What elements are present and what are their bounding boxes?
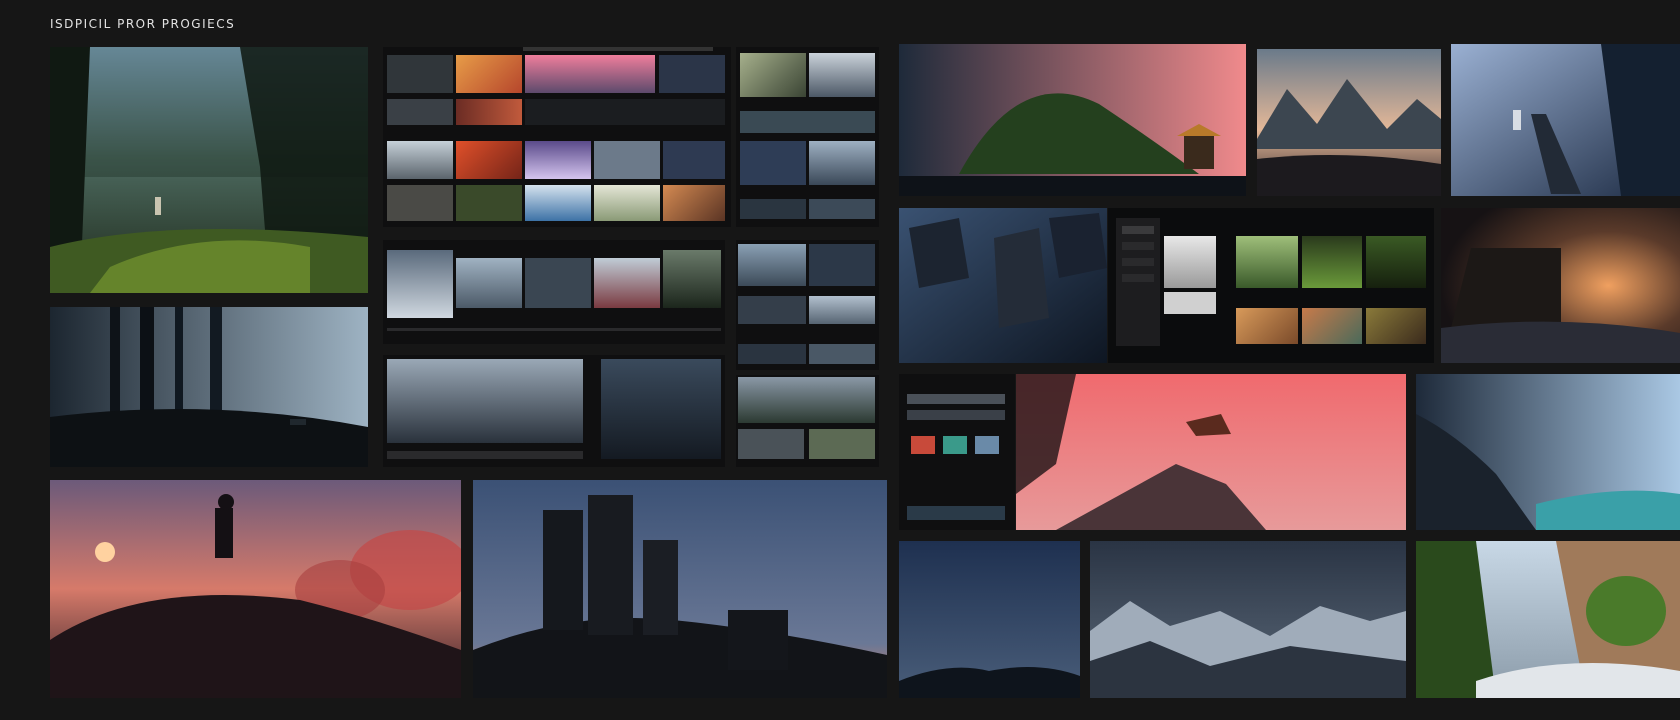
image-icon	[1090, 541, 1406, 698]
panel-browser-grid-top[interactable]	[383, 47, 731, 227]
image-icon	[1416, 541, 1680, 698]
thumbnail[interactable]	[594, 185, 660, 221]
thumbnail[interactable]	[1302, 236, 1362, 288]
thumbnail[interactable]	[456, 99, 522, 125]
list-item[interactable]	[907, 394, 1005, 404]
thumbnail[interactable]	[809, 296, 875, 324]
tile-blue-cave[interactable]	[1416, 374, 1680, 530]
thumbnail[interactable]	[1302, 308, 1362, 344]
image-icon	[899, 208, 1107, 363]
thumbnail[interactable]	[1164, 236, 1216, 288]
thumbnail[interactable]	[1164, 292, 1216, 314]
thumbnail[interactable]	[740, 111, 875, 133]
thumbnail[interactable]	[525, 141, 591, 179]
thumbnail[interactable]	[663, 250, 721, 308]
image-icon	[50, 307, 368, 467]
sidebar-item[interactable]	[1122, 274, 1154, 282]
thumbnail[interactable]	[525, 185, 591, 221]
thumbnail[interactable]	[911, 436, 935, 454]
thumbnail[interactable]	[387, 359, 583, 443]
toolbar	[523, 47, 713, 51]
thumbnail[interactable]	[907, 506, 1005, 520]
thumbnail[interactable]	[1366, 308, 1426, 344]
thumbnail[interactable]	[1236, 308, 1298, 344]
thumbnail[interactable]	[1366, 236, 1426, 288]
thumbnail[interactable]	[387, 55, 453, 93]
thumbnail[interactable]	[1236, 236, 1298, 288]
image-icon	[1257, 49, 1441, 196]
tile-pink-peak[interactable]	[1016, 374, 1406, 530]
image-icon	[1441, 208, 1680, 363]
image-icon	[899, 541, 1080, 698]
thumbnail[interactable]	[740, 199, 806, 219]
tile-snow-stairs[interactable]	[1451, 44, 1680, 196]
image-icon	[50, 480, 461, 698]
tile-snow-range[interactable]	[1090, 541, 1406, 698]
panel-side-strip-bottom[interactable]	[736, 375, 879, 467]
scrollbar[interactable]	[387, 328, 721, 331]
thumbnail[interactable]	[663, 185, 725, 221]
thumbnail[interactable]	[975, 436, 999, 454]
panel-editor-window[interactable]	[1108, 208, 1434, 363]
thumbnail[interactable]	[663, 141, 725, 179]
thumbnail[interactable]	[738, 429, 804, 459]
thumbnail[interactable]	[809, 141, 875, 185]
image-icon	[1416, 374, 1680, 530]
thumbnail[interactable]	[594, 141, 660, 179]
sidebar-item[interactable]	[1122, 242, 1154, 250]
panel-media-list[interactable]	[899, 374, 1015, 530]
page-title: ISDPICIL PROR PROGIECS	[50, 17, 236, 31]
thumbnail[interactable]	[456, 141, 522, 179]
thumbnail[interactable]	[525, 258, 591, 308]
thumbnail[interactable]	[809, 53, 875, 97]
thumbnail[interactable]	[456, 55, 522, 93]
thumbnail[interactable]	[809, 199, 875, 219]
thumbnail[interactable]	[525, 55, 655, 93]
panel-browser-grid-mid[interactable]	[383, 240, 725, 344]
thumbnail[interactable]	[738, 296, 806, 324]
thumbnail[interactable]	[525, 99, 725, 125]
thumbnail[interactable]	[659, 55, 725, 93]
toolbar[interactable]	[387, 451, 583, 459]
sidebar-item[interactable]	[1122, 226, 1154, 234]
panel-browser-grid-bottom[interactable]	[383, 355, 725, 467]
tile-dark-forest[interactable]	[50, 307, 368, 467]
thumbnail[interactable]	[740, 141, 806, 185]
thumbnail[interactable]	[387, 250, 453, 318]
image-icon	[1451, 44, 1680, 196]
image-icon	[899, 44, 1246, 196]
image-icon	[50, 47, 368, 293]
tile-space-rocks[interactable]	[899, 208, 1107, 363]
thumbnail[interactable]	[456, 258, 522, 308]
thumbnail[interactable]	[387, 99, 453, 125]
thumbnail[interactable]	[601, 359, 721, 459]
thumbnail[interactable]	[809, 429, 875, 459]
thumbnail[interactable]	[740, 53, 806, 97]
image-icon	[1016, 374, 1406, 530]
list-item[interactable]	[907, 410, 1005, 420]
tile-night-hills[interactable]	[899, 541, 1080, 698]
thumbnail[interactable]	[809, 344, 875, 364]
tile-island-birds[interactable]	[899, 44, 1246, 196]
sidebar[interactable]	[1116, 218, 1160, 346]
tile-cabin-glow[interactable]	[1441, 208, 1680, 363]
thumbnail[interactable]	[943, 436, 967, 454]
tile-cliff-trees[interactable]	[1416, 541, 1680, 698]
image-icon	[473, 480, 887, 698]
thumbnail[interactable]	[738, 377, 875, 423]
thumbnail[interactable]	[387, 185, 453, 221]
thumbnail[interactable]	[387, 141, 453, 179]
tile-mountain-lake[interactable]	[1257, 49, 1441, 196]
panel-side-strip-mid[interactable]	[736, 240, 879, 370]
panel-side-strip-top[interactable]	[736, 47, 879, 227]
thumbnail[interactable]	[594, 258, 660, 308]
thumbnail[interactable]	[809, 244, 875, 286]
thumbnail[interactable]	[738, 244, 806, 286]
tile-silhouette-group[interactable]	[473, 480, 887, 698]
tile-forest-path[interactable]	[50, 47, 368, 293]
thumbnail[interactable]	[738, 344, 806, 364]
tile-cliff-sunset[interactable]	[50, 480, 461, 698]
thumbnail[interactable]	[456, 185, 522, 221]
sidebar-item[interactable]	[1122, 258, 1154, 266]
